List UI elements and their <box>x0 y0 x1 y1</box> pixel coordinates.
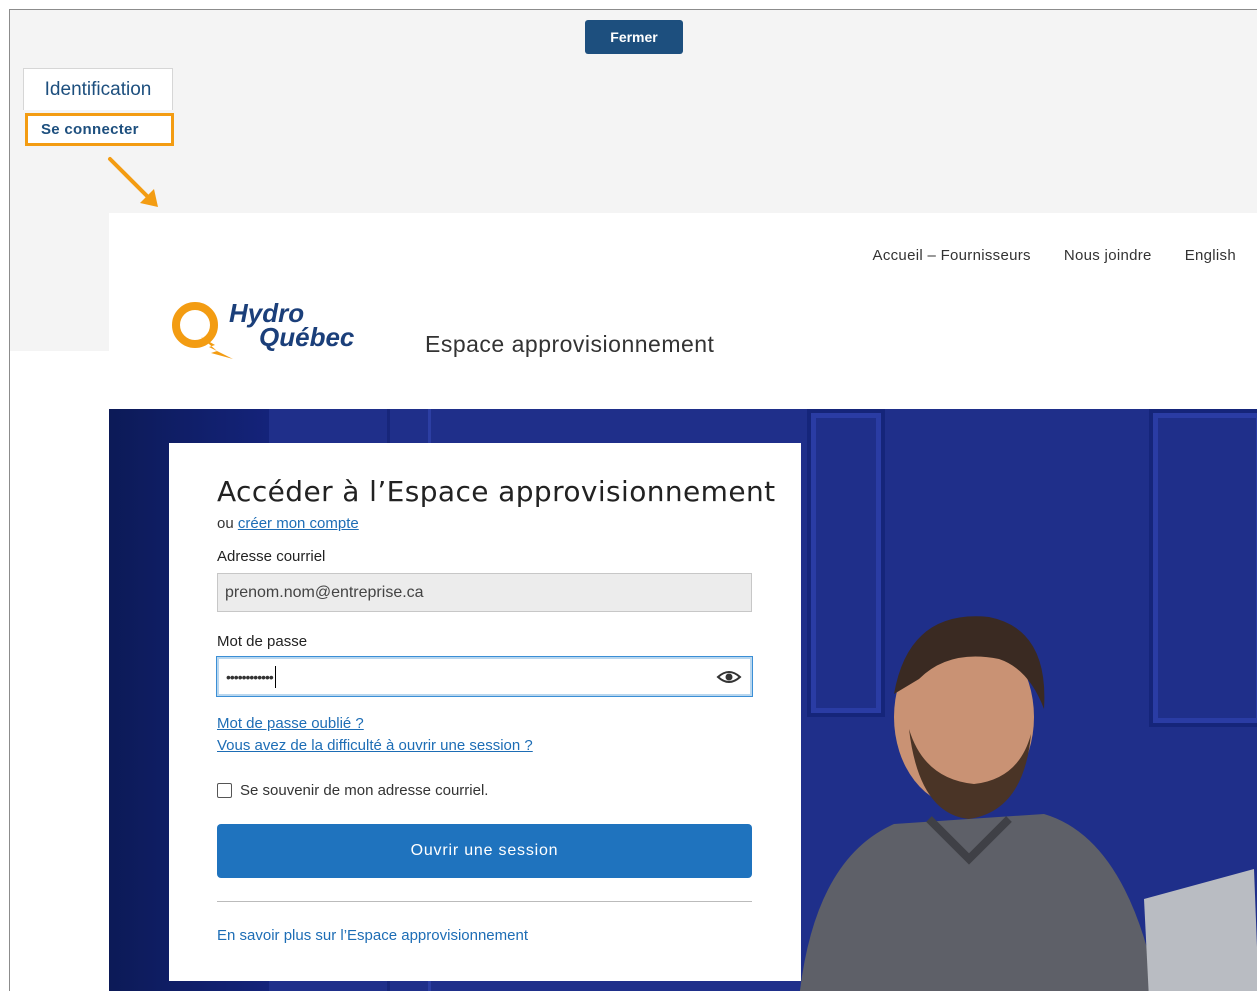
supplier-site: Accueil – Fournisseurs Nous joindre Engl… <box>109 213 1257 991</box>
login-trouble-link[interactable]: Vous avez de la difficulté à ouvrir une … <box>217 737 533 754</box>
create-account-line: ou créer mon compte <box>217 515 359 532</box>
se-connecter-link-highlighted[interactable]: Se connecter <box>25 113 174 146</box>
sign-in-button[interactable]: Ouvrir une session <box>217 824 752 878</box>
hero-banner: Accéder à l’Espace approvisionnement ou … <box>109 409 1257 991</box>
close-button[interactable]: Fermer <box>585 20 683 54</box>
password-field[interactable]: •••••••••••• <box>217 657 752 696</box>
nav-link-accueil[interactable]: Accueil – Fournisseurs <box>873 247 1031 264</box>
identification-tab[interactable]: Identification <box>23 68 173 110</box>
create-account-link[interactable]: créer mon compte <box>238 515 359 532</box>
nav-link-contact[interactable]: Nous joindre <box>1064 247 1152 264</box>
learn-more-link[interactable]: En savoir plus sur l’Espace approvisionn… <box>217 927 528 944</box>
page-background <box>10 351 109 991</box>
login-card: Accéder à l’Espace approvisionnement ou … <box>169 443 801 981</box>
brand-wordmark: Hydro Québec <box>229 298 355 352</box>
section-title: Espace approvisionnement <box>425 331 715 357</box>
top-navigation: Accueil – Fournisseurs Nous joindre Engl… <box>873 247 1236 264</box>
remember-email-row: Se souvenir de mon adresse courriel. <box>217 782 488 799</box>
login-title: Accéder à l’Espace approvisionnement <box>217 475 776 508</box>
email-field[interactable]: prenom.nom@entreprise.ca <box>217 573 752 612</box>
password-label: Mot de passe <box>217 633 308 650</box>
email-label: Adresse courriel <box>217 548 326 565</box>
forgot-password-link[interactable]: Mot de passe oublié ? <box>217 715 364 732</box>
eye-icon[interactable] <box>716 668 742 686</box>
person-with-laptop-image <box>800 616 1257 991</box>
remember-email-checkbox[interactable] <box>217 783 232 798</box>
remember-email-label[interactable]: Se souvenir de mon adresse courriel. <box>240 782 488 799</box>
callout-arrow-icon <box>108 157 158 207</box>
nav-link-english[interactable]: English <box>1185 247 1236 264</box>
card-divider <box>217 901 752 902</box>
